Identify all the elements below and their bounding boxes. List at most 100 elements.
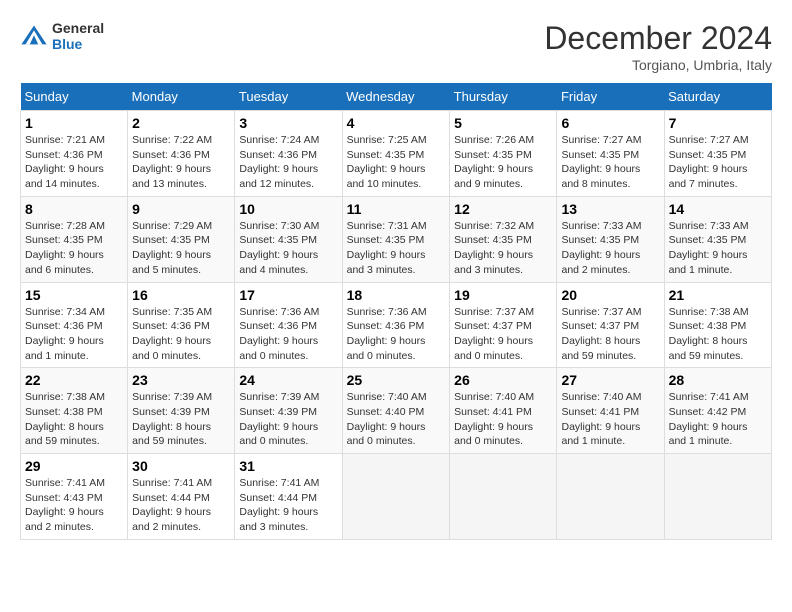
day-info: Sunrise: 7:35 AM Sunset: 4:36 PM Dayligh…	[132, 305, 230, 364]
calendar-cell: 27 Sunrise: 7:40 AM Sunset: 4:41 PM Dayl…	[557, 368, 664, 454]
day-info: Sunrise: 7:26 AM Sunset: 4:35 PM Dayligh…	[454, 133, 552, 192]
day-number: 14	[669, 201, 767, 217]
day-info: Sunrise: 7:37 AM Sunset: 4:37 PM Dayligh…	[454, 305, 552, 364]
day-number: 15	[25, 287, 123, 303]
day-number: 13	[561, 201, 659, 217]
month-title: December 2024	[544, 20, 772, 57]
day-number: 3	[239, 115, 337, 131]
day-info: Sunrise: 7:25 AM Sunset: 4:35 PM Dayligh…	[347, 133, 446, 192]
day-number: 17	[239, 287, 337, 303]
day-number: 11	[347, 201, 446, 217]
header-monday: Monday	[128, 83, 235, 111]
calendar-cell: 25 Sunrise: 7:40 AM Sunset: 4:40 PM Dayl…	[342, 368, 450, 454]
day-info: Sunrise: 7:41 AM Sunset: 4:44 PM Dayligh…	[239, 476, 337, 535]
calendar-cell: 26 Sunrise: 7:40 AM Sunset: 4:41 PM Dayl…	[450, 368, 557, 454]
day-number: 12	[454, 201, 552, 217]
day-info: Sunrise: 7:41 AM Sunset: 4:44 PM Dayligh…	[132, 476, 230, 535]
calendar-cell: 11 Sunrise: 7:31 AM Sunset: 4:35 PM Dayl…	[342, 196, 450, 282]
calendar-cell: 17 Sunrise: 7:36 AM Sunset: 4:36 PM Dayl…	[235, 282, 342, 368]
day-number: 29	[25, 458, 123, 474]
day-number: 7	[669, 115, 767, 131]
day-number: 22	[25, 372, 123, 388]
day-number: 21	[669, 287, 767, 303]
title-block: December 2024 Torgiano, Umbria, Italy	[544, 20, 772, 73]
day-number: 4	[347, 115, 446, 131]
calendar-cell: 1 Sunrise: 7:21 AM Sunset: 4:36 PM Dayli…	[21, 111, 128, 197]
day-info: Sunrise: 7:38 AM Sunset: 4:38 PM Dayligh…	[25, 390, 123, 449]
day-number: 30	[132, 458, 230, 474]
calendar-cell: 30 Sunrise: 7:41 AM Sunset: 4:44 PM Dayl…	[128, 454, 235, 540]
day-number: 6	[561, 115, 659, 131]
day-number: 27	[561, 372, 659, 388]
day-number: 19	[454, 287, 552, 303]
calendar-cell: 6 Sunrise: 7:27 AM Sunset: 4:35 PM Dayli…	[557, 111, 664, 197]
day-info: Sunrise: 7:34 AM Sunset: 4:36 PM Dayligh…	[25, 305, 123, 364]
day-number: 18	[347, 287, 446, 303]
calendar-cell: 5 Sunrise: 7:26 AM Sunset: 4:35 PM Dayli…	[450, 111, 557, 197]
day-info: Sunrise: 7:39 AM Sunset: 4:39 PM Dayligh…	[239, 390, 337, 449]
calendar-cell: 8 Sunrise: 7:28 AM Sunset: 4:35 PM Dayli…	[21, 196, 128, 282]
calendar-cell	[450, 454, 557, 540]
day-number: 31	[239, 458, 337, 474]
logo: General Blue	[20, 20, 104, 52]
calendar-table: Sunday Monday Tuesday Wednesday Thursday…	[20, 83, 772, 540]
day-number: 2	[132, 115, 230, 131]
day-number: 9	[132, 201, 230, 217]
calendar-cell: 28 Sunrise: 7:41 AM Sunset: 4:42 PM Dayl…	[664, 368, 771, 454]
day-info: Sunrise: 7:41 AM Sunset: 4:43 PM Dayligh…	[25, 476, 123, 535]
day-info: Sunrise: 7:40 AM Sunset: 4:41 PM Dayligh…	[561, 390, 659, 449]
day-info: Sunrise: 7:37 AM Sunset: 4:37 PM Dayligh…	[561, 305, 659, 364]
calendar-cell: 13 Sunrise: 7:33 AM Sunset: 4:35 PM Dayl…	[557, 196, 664, 282]
day-header-row: Sunday Monday Tuesday Wednesday Thursday…	[21, 83, 772, 111]
day-info: Sunrise: 7:41 AM Sunset: 4:42 PM Dayligh…	[669, 390, 767, 449]
calendar-cell: 3 Sunrise: 7:24 AM Sunset: 4:36 PM Dayli…	[235, 111, 342, 197]
day-info: Sunrise: 7:36 AM Sunset: 4:36 PM Dayligh…	[347, 305, 446, 364]
day-info: Sunrise: 7:40 AM Sunset: 4:40 PM Dayligh…	[347, 390, 446, 449]
day-number: 16	[132, 287, 230, 303]
day-info: Sunrise: 7:28 AM Sunset: 4:35 PM Dayligh…	[25, 219, 123, 278]
calendar-cell: 9 Sunrise: 7:29 AM Sunset: 4:35 PM Dayli…	[128, 196, 235, 282]
day-number: 24	[239, 372, 337, 388]
logo-icon	[20, 22, 48, 50]
day-number: 23	[132, 372, 230, 388]
day-info: Sunrise: 7:21 AM Sunset: 4:36 PM Dayligh…	[25, 133, 123, 192]
day-number: 25	[347, 372, 446, 388]
day-info: Sunrise: 7:24 AM Sunset: 4:36 PM Dayligh…	[239, 133, 337, 192]
calendar-cell: 31 Sunrise: 7:41 AM Sunset: 4:44 PM Dayl…	[235, 454, 342, 540]
day-number: 26	[454, 372, 552, 388]
day-info: Sunrise: 7:27 AM Sunset: 4:35 PM Dayligh…	[561, 133, 659, 192]
header-wednesday: Wednesday	[342, 83, 450, 111]
calendar-cell: 16 Sunrise: 7:35 AM Sunset: 4:36 PM Dayl…	[128, 282, 235, 368]
day-info: Sunrise: 7:32 AM Sunset: 4:35 PM Dayligh…	[454, 219, 552, 278]
header-tuesday: Tuesday	[235, 83, 342, 111]
day-info: Sunrise: 7:27 AM Sunset: 4:35 PM Dayligh…	[669, 133, 767, 192]
header-thursday: Thursday	[450, 83, 557, 111]
day-info: Sunrise: 7:38 AM Sunset: 4:38 PM Dayligh…	[669, 305, 767, 364]
calendar-cell	[664, 454, 771, 540]
day-number: 5	[454, 115, 552, 131]
day-number: 1	[25, 115, 123, 131]
calendar-cell: 10 Sunrise: 7:30 AM Sunset: 4:35 PM Dayl…	[235, 196, 342, 282]
header-saturday: Saturday	[664, 83, 771, 111]
day-number: 8	[25, 201, 123, 217]
calendar-cell	[557, 454, 664, 540]
day-info: Sunrise: 7:31 AM Sunset: 4:35 PM Dayligh…	[347, 219, 446, 278]
day-number: 20	[561, 287, 659, 303]
calendar-cell: 18 Sunrise: 7:36 AM Sunset: 4:36 PM Dayl…	[342, 282, 450, 368]
calendar-cell: 20 Sunrise: 7:37 AM Sunset: 4:37 PM Dayl…	[557, 282, 664, 368]
logo-text: General Blue	[52, 20, 104, 52]
calendar-cell: 21 Sunrise: 7:38 AM Sunset: 4:38 PM Dayl…	[664, 282, 771, 368]
calendar-cell: 12 Sunrise: 7:32 AM Sunset: 4:35 PM Dayl…	[450, 196, 557, 282]
calendar-cell: 24 Sunrise: 7:39 AM Sunset: 4:39 PM Dayl…	[235, 368, 342, 454]
day-info: Sunrise: 7:36 AM Sunset: 4:36 PM Dayligh…	[239, 305, 337, 364]
calendar-cell: 22 Sunrise: 7:38 AM Sunset: 4:38 PM Dayl…	[21, 368, 128, 454]
header-sunday: Sunday	[21, 83, 128, 111]
calendar-cell	[342, 454, 450, 540]
day-info: Sunrise: 7:33 AM Sunset: 4:35 PM Dayligh…	[561, 219, 659, 278]
day-info: Sunrise: 7:22 AM Sunset: 4:36 PM Dayligh…	[132, 133, 230, 192]
calendar-cell: 23 Sunrise: 7:39 AM Sunset: 4:39 PM Dayl…	[128, 368, 235, 454]
calendar-cell: 4 Sunrise: 7:25 AM Sunset: 4:35 PM Dayli…	[342, 111, 450, 197]
day-info: Sunrise: 7:33 AM Sunset: 4:35 PM Dayligh…	[669, 219, 767, 278]
day-info: Sunrise: 7:40 AM Sunset: 4:41 PM Dayligh…	[454, 390, 552, 449]
day-info: Sunrise: 7:30 AM Sunset: 4:35 PM Dayligh…	[239, 219, 337, 278]
